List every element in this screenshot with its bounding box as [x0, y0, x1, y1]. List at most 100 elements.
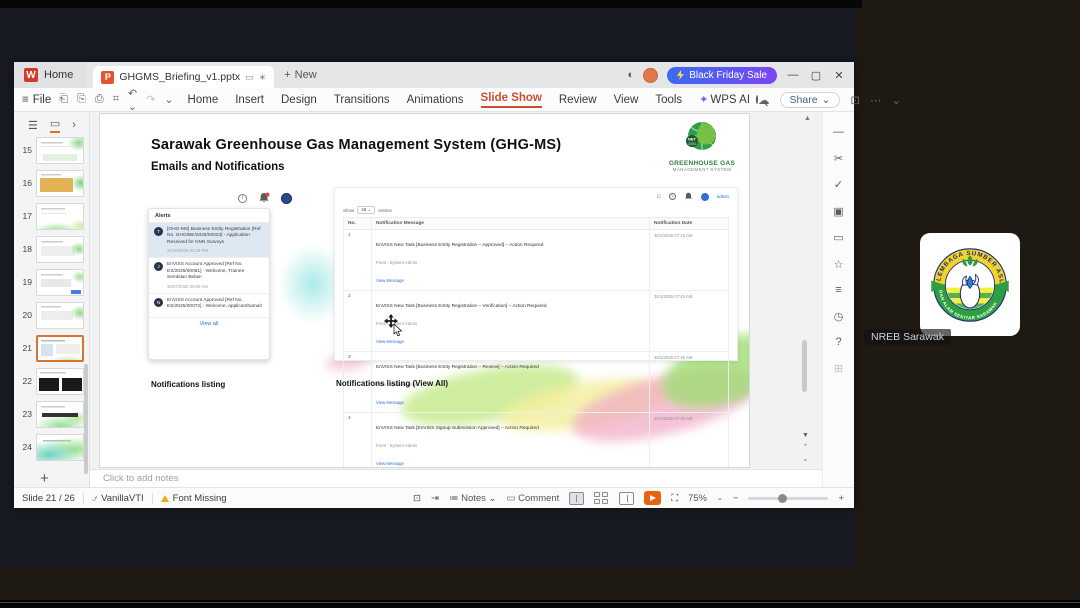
redo-icon[interactable]: ↷ — [146, 93, 155, 106]
account-avatar[interactable] — [643, 67, 659, 83]
slide-thumb-22[interactable]: 22 — [16, 368, 89, 395]
collapse-ribbon-icon[interactable]: ⌄ — [892, 93, 902, 107]
slide-thumbnail[interactable] — [36, 269, 84, 296]
file-menu[interactable]: ≡ File — [14, 94, 59, 106]
tools-icon[interactable]: ✂ — [834, 152, 843, 165]
notes-bar[interactable]: Click to add notes — [90, 469, 822, 487]
tab-tools[interactable]: Tools — [655, 94, 682, 106]
proofing-icon[interactable]: ✓ — [834, 178, 843, 191]
lightning-icon — [677, 70, 685, 80]
slideshow-play-button[interactable] — [644, 491, 662, 505]
slide-thumb-18[interactable]: 18 — [16, 236, 89, 263]
comment-toggle[interactable]: ▭ Comment — [507, 493, 560, 504]
panel-scrollbar[interactable] — [84, 364, 88, 474]
tab-wps-ai[interactable]: ✦ WPS AI — [699, 93, 750, 106]
jump-to-icon[interactable]: ⇥ — [431, 493, 439, 504]
outline-view-icon[interactable]: ☰ — [28, 119, 38, 132]
slide-thumbnail[interactable] — [36, 368, 84, 395]
slide-view-icon[interactable]: ▭ — [49, 117, 61, 133]
tab-window-icon[interactable]: ▭ — [245, 72, 254, 83]
minimize-button[interactable]: — — [786, 69, 800, 81]
tab-design[interactable]: Design — [281, 94, 317, 106]
alert-text: EnVISS Account Approved [Ref No. ES/2025… — [167, 262, 245, 281]
slide-thumbnail[interactable] — [36, 302, 84, 329]
slide-number: 16 — [22, 178, 32, 188]
proofing-label[interactable]: VanillaVTI — [101, 493, 144, 504]
more-menu-icon[interactable]: ⋯ — [870, 93, 882, 107]
print-preview-icon[interactable]: ⌗ — [113, 93, 119, 106]
font-missing-label[interactable]: Font Missing — [173, 493, 227, 504]
slide-thumbnail[interactable] — [36, 236, 84, 263]
tab-home[interactable]: Home — [188, 94, 219, 106]
save-icon[interactable]: ⎗ — [59, 93, 68, 106]
history-icon[interactable]: ◷ — [834, 310, 844, 323]
fit-slide-icon[interactable]: ⛶ — [671, 493, 678, 504]
slide-thumbnail[interactable] — [36, 434, 84, 461]
zoom-slider[interactable] — [748, 493, 829, 503]
more-commands-icon[interactable]: ⌄ — [164, 93, 173, 106]
document-tab[interactable]: P GHGMS_Briefing_v1.pptx ▭ ∗ — [93, 66, 275, 88]
add-slide-button[interactable]: + — [40, 470, 49, 487]
next-slide-icon[interactable]: ⌄ — [803, 455, 809, 463]
slide-sorter-view-button[interactable] — [594, 491, 609, 505]
alert-avatar: N — [154, 297, 163, 307]
shapes-icon[interactable]: ▣ — [833, 205, 843, 218]
slide-thumbnail[interactable] — [36, 137, 84, 164]
zoom-caret-icon[interactable]: ⌄ — [717, 494, 723, 502]
notes-toggle[interactable]: ≔ Notes ⌄ — [449, 493, 497, 504]
slide-thumb-17[interactable]: 17 — [16, 203, 89, 230]
new-tab-button[interactable]: + New — [284, 69, 316, 81]
apps-grid-icon[interactable]: ⊞ — [834, 362, 843, 375]
reading-view-button[interactable] — [619, 491, 635, 505]
expand-panel-icon[interactable]: › — [72, 119, 76, 131]
tab-animations[interactable]: Animations — [407, 94, 464, 106]
cloud-sync-icon[interactable]: ☁ — [758, 93, 770, 107]
participant-video-tile[interactable]: LEMBAGA SUMBER ASLI DAN ALAM SEKITAR SAR… — [920, 233, 1020, 336]
slide-thumb-15[interactable]: 15 — [16, 137, 89, 164]
tab-slide-show[interactable]: Slide Show — [480, 92, 542, 108]
alert-text: [GHG-MS] Business Entity Registration [R… — [167, 227, 261, 245]
previous-slide-icon[interactable]: ⌃ — [803, 443, 809, 451]
slide-canvas[interactable]: Sarawak Greenhouse Gas Management System… — [99, 113, 750, 468]
ribbon-layout-icon[interactable]: ⊡ — [850, 93, 860, 107]
slide-thumb-20[interactable]: 20 — [16, 302, 89, 329]
vertical-scrollbar[interactable] — [802, 340, 807, 392]
export-icon[interactable]: ⎘ — [77, 93, 86, 106]
normal-view-button[interactable] — [569, 491, 585, 505]
tab-insert[interactable]: Insert — [235, 94, 264, 106]
settings-sliders-icon[interactable]: ≡ — [835, 284, 841, 296]
comment-panel-icon[interactable]: ▭ — [833, 231, 843, 244]
print-icon[interactable]: ⎙ — [95, 93, 104, 106]
scroll-up-icon[interactable]: ▲ — [804, 115, 811, 122]
undo-icon[interactable]: ↶ ⌄ — [128, 87, 137, 113]
close-button[interactable]: ✕ — [832, 69, 846, 82]
slide-size-icon[interactable]: ⊡ — [413, 493, 421, 504]
search-icon[interactable] — [756, 95, 759, 104]
slide-thumb-24[interactable]: 24 — [16, 434, 89, 461]
share-button[interactable]: Share ⌄ — [779, 91, 841, 108]
restore-button[interactable]: ▢ — [809, 69, 823, 82]
slide-thumb-21-selected[interactable]: 21 — [16, 335, 89, 362]
slide-thumb-23[interactable]: 23 — [16, 401, 89, 428]
zoom-out-button[interactable]: − — [733, 493, 739, 504]
slide-thumbnail[interactable] — [36, 401, 84, 428]
slide-thumbnail[interactable] — [36, 335, 84, 362]
scroll-down-icon[interactable]: ▼ — [802, 432, 809, 439]
proofing-check-icon[interactable]: ⍻ — [92, 493, 97, 504]
wps-home-tab[interactable]: W Home — [14, 62, 88, 88]
appearance-icon[interactable]: ◐ — [628, 69, 635, 81]
favorites-icon[interactable]: ☆ — [834, 258, 844, 271]
promo-button[interactable]: Black Friday Sale — [667, 66, 777, 84]
slide-thumb-16[interactable]: 16 — [16, 170, 89, 197]
slide-thumbnail[interactable] — [36, 203, 84, 230]
zoom-level[interactable]: 75% — [688, 493, 707, 504]
collapse-sidebar-icon[interactable]: — — [833, 126, 844, 138]
slide-thumb-19[interactable]: 19 — [16, 269, 89, 296]
zoom-in-button[interactable]: + — [838, 493, 844, 504]
slide-thumbnail[interactable] — [36, 170, 84, 197]
tab-review[interactable]: Review — [559, 94, 597, 106]
help-icon[interactable]: ? — [835, 336, 841, 348]
zoom-slider-thumb[interactable] — [778, 493, 788, 503]
tab-transitions[interactable]: Transitions — [334, 94, 390, 106]
tab-view[interactable]: View — [614, 94, 639, 106]
